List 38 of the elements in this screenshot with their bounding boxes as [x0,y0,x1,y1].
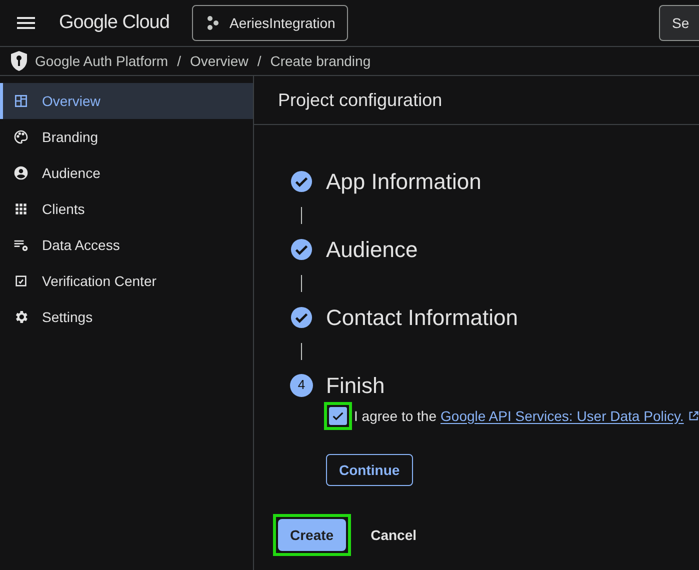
step-number: 4 [290,374,313,396]
step-title[interactable]: Contact Information [326,300,518,334]
settings-icon [13,309,29,325]
checkbox-icon [13,273,29,289]
breadcrumb-separator: / [177,52,181,70]
continue-button[interactable]: Continue [326,454,413,486]
agreement-text: I agree to the [354,406,437,426]
breadcrumb-separator: / [257,52,262,70]
logo-text[interactable]: Google Cloud [59,8,170,38]
dashboard-icon [13,93,29,109]
cancel-button[interactable]: Cancel [358,519,429,551]
grid-icon [13,201,29,217]
breadcrumb-link[interactable]: Google Auth Platform [35,50,168,72]
breadcrumb-link[interactable]: Create branding [270,50,371,72]
person-icon [13,165,29,181]
create-button[interactable]: Create [278,519,346,551]
search-button[interactable]: Se [659,5,699,41]
check-circle-icon [290,306,313,328]
sidebar-item[interactable]: Data Access [0,227,253,263]
check-circle-icon [290,238,313,260]
sidebar-item[interactable]: Branding [0,119,253,155]
project-picker[interactable]: AeriesIntegration [192,5,348,41]
sidebar-item[interactable]: Settings [0,299,253,335]
sidebar-item[interactable]: Verification Center [0,263,253,299]
policy-link[interactable]: Google API Services: User Data Policy. [440,406,684,426]
palette-icon [13,129,29,145]
agree-checkbox[interactable] [329,407,347,425]
panel-title: Project configuration [278,88,442,112]
external-link-icon[interactable] [688,410,699,422]
step-title[interactable]: Finish [326,368,385,402]
shield-key-icon [9,50,29,72]
sidebar-item[interactable]: Audience [0,155,253,191]
step-title[interactable]: App Information [326,164,482,198]
step-title[interactable]: Audience [326,232,418,266]
check-circle-icon [290,170,313,192]
sidebar-item[interactable]: Clients [0,191,253,227]
sidebar-item[interactable]: Overview [0,83,253,119]
breadcrumb-link[interactable]: Overview [190,50,248,72]
